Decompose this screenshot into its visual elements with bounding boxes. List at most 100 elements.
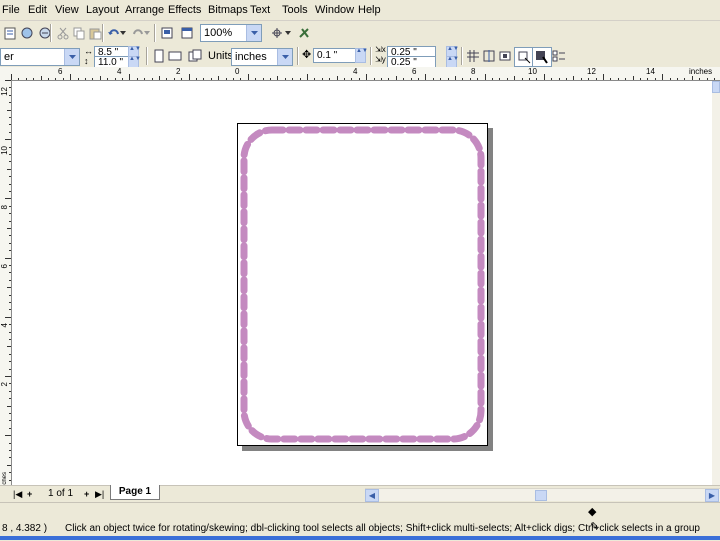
menu-layout[interactable]: Layout bbox=[86, 3, 119, 18]
ruler-tick bbox=[9, 309, 11, 311]
ruler-tick bbox=[77, 78, 79, 80]
ruler-tick bbox=[580, 78, 582, 80]
ruler-tick bbox=[9, 420, 11, 422]
units-select[interactable]: inches bbox=[231, 48, 293, 66]
scroll-thumb[interactable] bbox=[535, 490, 547, 501]
standard-toolbar: 100% bbox=[0, 21, 720, 46]
zoom-options-dropdown[interactable] bbox=[284, 24, 292, 42]
treat-as-filled-button[interactable] bbox=[514, 47, 534, 67]
ruler-tick bbox=[18, 78, 20, 80]
horizontal-scrollbar[interactable]: ◀ ▶ bbox=[365, 488, 720, 502]
ruler-tick bbox=[9, 479, 11, 481]
application-icon-button[interactable] bbox=[295, 24, 313, 42]
menu-edit[interactable]: Edit bbox=[28, 3, 47, 18]
ruler-tick bbox=[240, 78, 242, 80]
menu-arrange[interactable]: Arrange bbox=[125, 3, 164, 18]
ruler-tick bbox=[5, 435, 11, 437]
vertical-scrollbar[interactable] bbox=[712, 81, 720, 485]
guidelines-icon bbox=[483, 50, 495, 62]
nudge-distance-input[interactable]: 0.1 " bbox=[313, 48, 356, 63]
ruler-tick bbox=[7, 464, 11, 466]
scroll-right-button[interactable]: ▶ bbox=[705, 489, 719, 502]
redo-dropdown[interactable] bbox=[143, 24, 151, 42]
draw-objects-with-fill-button[interactable] bbox=[532, 47, 552, 67]
ruler-label: 4 bbox=[117, 67, 122, 76]
horizontal-ruler[interactable]: 6 4 2 0 4 6 8 10 12 14 inches bbox=[11, 67, 720, 81]
menu-window[interactable]: Window bbox=[315, 3, 354, 18]
grid-icon bbox=[467, 50, 479, 62]
import-button[interactable] bbox=[1, 24, 19, 42]
ruler-tick bbox=[706, 78, 708, 80]
chevron-down-icon bbox=[285, 31, 291, 35]
ruler-tick bbox=[336, 76, 338, 80]
ruler-tick bbox=[366, 74, 368, 80]
chevron-down-icon[interactable] bbox=[64, 49, 79, 65]
menu-effects[interactable]: Effects bbox=[168, 3, 201, 18]
last-page-button[interactable]: ▶| bbox=[95, 488, 104, 500]
paper-type-select[interactable]: er bbox=[0, 48, 80, 66]
ruler-tick bbox=[9, 361, 11, 363]
menu-text[interactable]: Text bbox=[250, 3, 270, 18]
ruler-tick bbox=[7, 405, 11, 407]
set-default-button[interactable] bbox=[186, 47, 204, 65]
rounded-rectangle-shape[interactable] bbox=[240, 126, 485, 443]
scissors-icon bbox=[57, 27, 69, 40]
fill-bucket-icon[interactable]: ◆ bbox=[588, 505, 596, 518]
ruler-tick bbox=[173, 78, 175, 80]
ruler-label: 6 bbox=[0, 264, 9, 269]
ruler-tick bbox=[277, 76, 279, 80]
vertical-ruler[interactable]: 12 10 8 6 4 2 inches bbox=[0, 80, 12, 485]
page-tab[interactable]: Page 1 bbox=[110, 485, 160, 500]
ruler-tick bbox=[9, 191, 11, 192]
separator bbox=[146, 47, 148, 65]
ruler-label: 10 bbox=[528, 67, 537, 76]
scroll-up-button[interactable] bbox=[712, 81, 720, 93]
ruler-tick bbox=[499, 78, 501, 80]
add-page-before-button[interactable]: + bbox=[27, 488, 32, 500]
first-page-button[interactable]: |◀ bbox=[13, 488, 22, 500]
ruler-tick bbox=[9, 353, 11, 355]
chevron-down-icon[interactable] bbox=[246, 25, 261, 41]
options-button[interactable] bbox=[550, 47, 568, 65]
outline-pen-icon[interactable]: ✎ bbox=[590, 520, 599, 533]
ruler-tick bbox=[9, 131, 11, 133]
scroll-left-button[interactable]: ◀ bbox=[365, 489, 379, 502]
ruler-tick bbox=[307, 74, 308, 80]
menu-file[interactable]: File bbox=[2, 3, 20, 18]
ruler-unit-label: inches bbox=[689, 67, 713, 76]
menu-help[interactable]: Help bbox=[358, 3, 381, 18]
ruler-tick bbox=[5, 376, 11, 377]
zoom-level-select[interactable]: 100% bbox=[200, 24, 262, 42]
ruler-tick bbox=[247, 74, 249, 80]
ruler-tick bbox=[9, 220, 11, 222]
undo-dropdown[interactable] bbox=[119, 24, 127, 42]
ruler-tick bbox=[603, 74, 604, 80]
nudge-spinner[interactable]: ▲▼ bbox=[355, 48, 368, 63]
chevron-down-icon[interactable] bbox=[277, 49, 292, 65]
separator bbox=[370, 47, 372, 65]
ruler-tick bbox=[122, 78, 123, 80]
ruler-tick bbox=[9, 87, 11, 89]
ruler-tick bbox=[388, 78, 390, 80]
menu-view[interactable]: View bbox=[55, 3, 79, 18]
menu-tools[interactable]: Tools bbox=[282, 3, 308, 18]
landscape-button[interactable] bbox=[166, 47, 184, 65]
add-page-after-button[interactable]: + bbox=[84, 488, 89, 500]
corel-online-button[interactable] bbox=[178, 24, 196, 42]
export-button[interactable] bbox=[18, 24, 36, 42]
ruler-tick bbox=[536, 78, 538, 80]
ruler-label: 12 bbox=[0, 87, 9, 96]
ruler-tick bbox=[9, 427, 11, 429]
ruler-tick bbox=[543, 74, 545, 80]
ruler-tick bbox=[85, 78, 86, 80]
menu-bitmaps[interactable]: Bitmaps bbox=[208, 3, 248, 18]
ruler-tick bbox=[595, 78, 597, 80]
window-icon bbox=[181, 27, 193, 39]
ruler-tick bbox=[321, 78, 323, 80]
application-launcher-button[interactable] bbox=[158, 24, 176, 42]
ruler-tick bbox=[9, 176, 11, 178]
ruler-unit-label: inches bbox=[2, 472, 8, 485]
snap-to-objects-button[interactable] bbox=[496, 47, 514, 65]
dashed-rounded-border[interactable] bbox=[237, 123, 488, 446]
ruler-tick bbox=[299, 78, 301, 80]
